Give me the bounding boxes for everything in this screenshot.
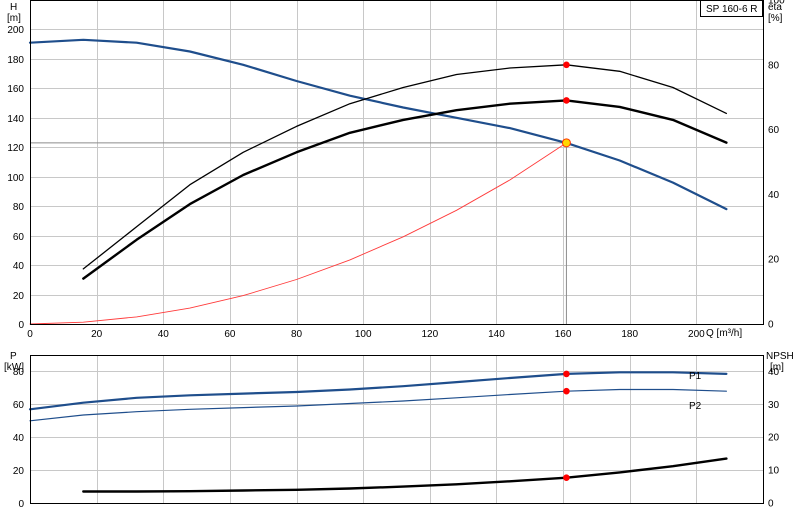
x-tick-label: 100 — [355, 329, 372, 340]
npsh-axis-label: NPSH — [766, 351, 794, 362]
head-axis-unit: [m] — [7, 13, 21, 24]
power-axis-label: P — [10, 351, 17, 362]
y-left-tick-label: 160 — [7, 84, 24, 95]
x-tick-label: 160 — [555, 329, 572, 340]
pump-curve-chart: 0204060801001201401601802000204060801000… — [0, 0, 800, 520]
y-left-tick-label: 200 — [7, 25, 24, 36]
efficiency-axis-unit: [%] — [768, 13, 783, 24]
efficiency-axis-label: eta — [768, 2, 782, 13]
operating-point-marker — [563, 387, 570, 395]
y-right-tick-label: 20 — [768, 433, 780, 444]
x-tick-label: 80 — [291, 329, 303, 340]
y-left-tick-label: 100 — [7, 173, 24, 184]
y-right-tick-label: 80 — [768, 60, 780, 71]
y-left-tick-label: 0 — [18, 499, 24, 510]
npsh-axis-unit: [m] — [770, 362, 784, 373]
x-tick-label: 120 — [421, 329, 438, 340]
chart-background — [0, 0, 800, 520]
chart-title: SP 160-6 R — [706, 4, 758, 15]
operating-point-marker — [563, 61, 570, 69]
operating-point-marker — [563, 474, 570, 481]
x-tick-label: 200 — [688, 329, 705, 340]
y-right-tick-label: 30 — [768, 400, 780, 411]
x-tick-label: 180 — [621, 329, 638, 340]
y-right-tick-label: 10 — [768, 466, 780, 477]
x-tick-label: 0 — [27, 329, 33, 340]
operating-point-marker — [563, 370, 570, 378]
y-left-tick-label: 140 — [7, 114, 24, 125]
y-left-tick-label: 0 — [18, 320, 24, 331]
y-left-tick-label: 60 — [13, 232, 25, 243]
y-right-tick-label: 0 — [768, 499, 774, 510]
y-right-tick-label: 40 — [768, 190, 780, 201]
y-left-tick-label: 60 — [13, 400, 25, 411]
head-axis-label: H — [10, 2, 17, 13]
y-right-tick-label: 0 — [768, 320, 774, 331]
operating-point-marker — [563, 97, 570, 104]
x-tick-label: 40 — [158, 329, 170, 340]
duty-point-marker — [561, 138, 571, 148]
y-left-tick-label: 120 — [7, 143, 24, 154]
x-tick-label: 20 — [91, 329, 103, 340]
p2-series-label: P2 — [689, 401, 702, 412]
power-axis-unit: [kW] — [4, 362, 24, 373]
x-tick-label: 140 — [488, 329, 505, 340]
x-tick-label: 60 — [224, 329, 236, 340]
y-left-tick-label: 40 — [13, 433, 25, 444]
y-right-tick-label: 20 — [768, 255, 780, 266]
p1-series-label: P1 — [689, 371, 702, 382]
y-left-tick-label: 180 — [7, 55, 24, 66]
y-left-tick-label: 40 — [13, 261, 25, 272]
y-left-tick-label: 20 — [13, 466, 25, 477]
y-left-tick-label: 20 — [13, 291, 25, 302]
flow-axis-label: Q [m³/h] — [706, 328, 742, 339]
y-left-tick-label: 80 — [13, 202, 25, 213]
y-right-tick-label: 60 — [768, 125, 780, 136]
